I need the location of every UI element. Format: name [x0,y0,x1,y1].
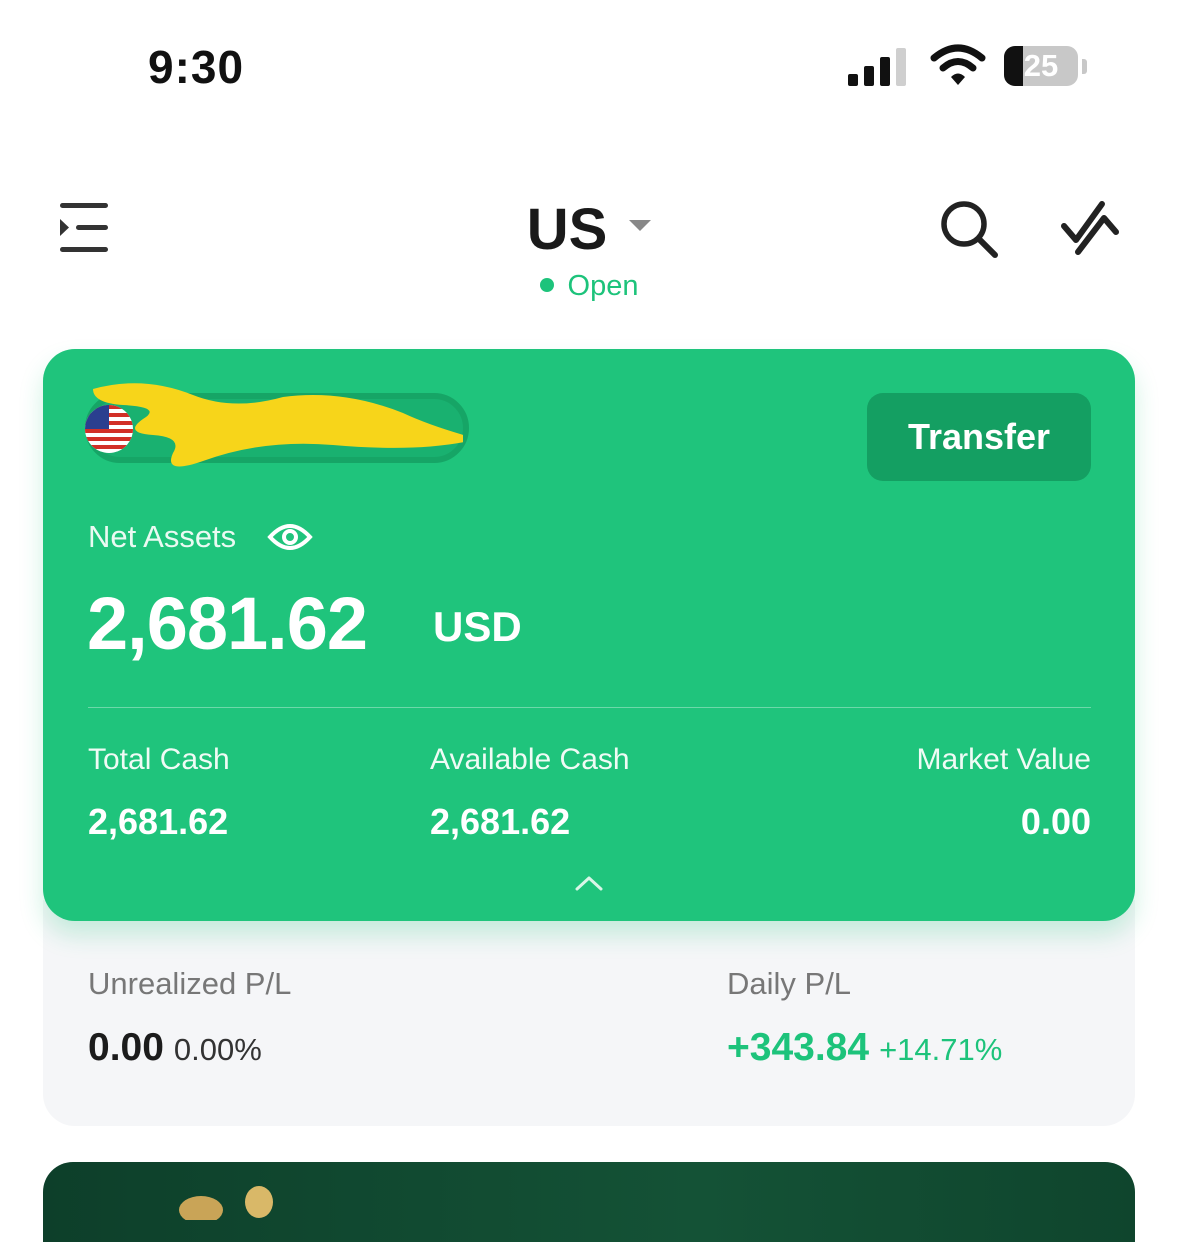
banner-art [179,1186,273,1220]
total-cash-value: 2,681.62 [88,801,229,842]
market-selector[interactable]: US [0,196,1178,263]
status-time: 9:30 [148,41,245,93]
market-status: Open [0,270,1178,303]
battery-icon: 25 [1004,46,1088,88]
net-assets-label: Net Assets [88,519,237,554]
total-cash-label: Total Cash [88,743,230,776]
search-icon [941,201,998,258]
unrealized-pl-label: Unrealized P/L [88,966,292,1001]
account-card: Transfer Net Assets 2,681.62 USD Total C… [43,349,1135,921]
unrealized-pl: 0.00 0.00% [88,1026,262,1070]
search-button[interactable] [938,198,1000,260]
battery-percent: 25 [1023,48,1059,83]
market-label: US [526,197,608,262]
market-value-label: Market Value [916,743,1091,776]
daily-pl-label: Daily P/L [727,966,852,1001]
wifi-icon [930,44,986,85]
daily-pl-percent: +14.71% [879,1032,1003,1067]
net-assets-currency: USD [433,603,522,650]
pl-summary-card [43,900,1135,1126]
trade-button[interactable] [1058,196,1122,260]
unrealized-pl-percent: 0.00% [173,1032,262,1067]
chevron-down-icon [629,220,652,231]
divider [88,707,1091,708]
status-dot-icon [539,278,554,293]
promo-banner[interactable] [43,1162,1135,1242]
chevron-up-icon[interactable] [573,873,605,893]
daily-pl: +343.84 +14.71% [727,1026,1002,1070]
available-cash-label: Available Cash [430,743,630,776]
signal-icon [848,48,906,86]
unrealized-pl-value: 0.00 [88,1026,164,1069]
transfer-button[interactable]: Transfer [867,393,1091,481]
eye-icon[interactable] [267,521,313,553]
market-value-value: 0.00 [1020,801,1091,842]
trade-icon [1061,201,1119,255]
available-cash-value: 2,681.62 [430,801,571,842]
daily-pl-value: +343.84 [727,1026,870,1069]
market-status-text: Open [567,270,639,302]
redaction-scribble [93,383,463,467]
net-assets-value: 2,681.62 [87,582,368,665]
